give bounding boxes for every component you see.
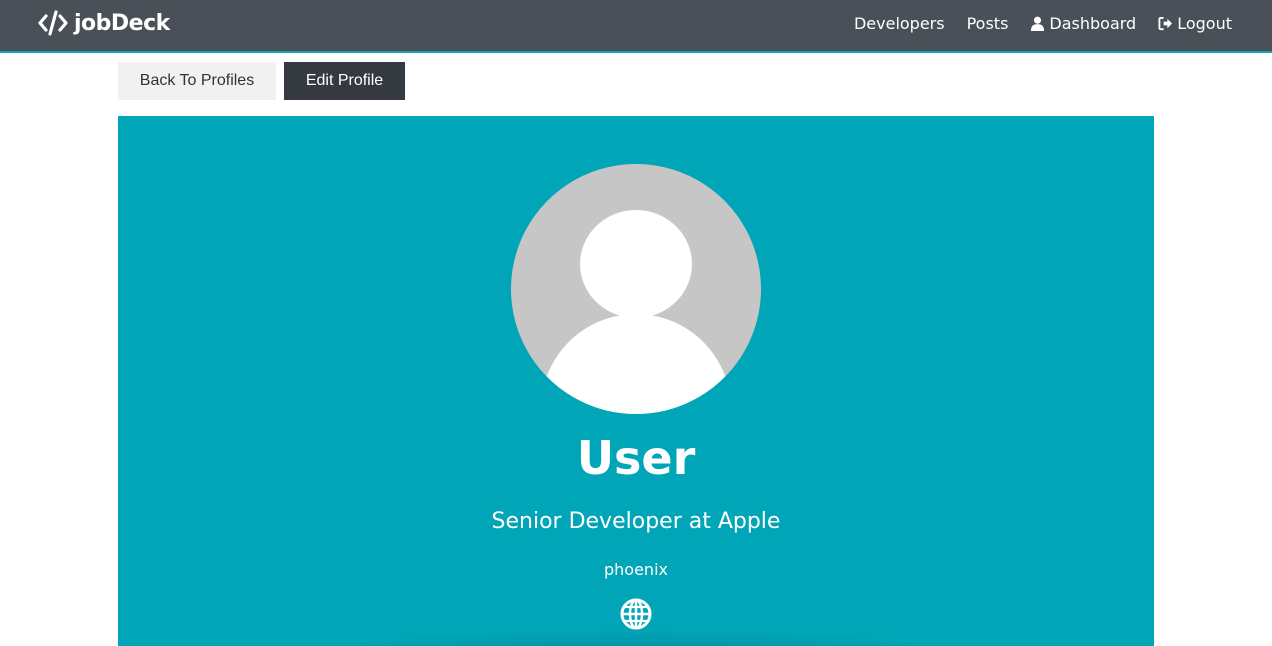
nav-logout-link[interactable]: Logout (1158, 14, 1232, 33)
avatar-body-shape (541, 314, 731, 414)
nav-links: Developers Posts Dashboard Logout (832, 0, 1232, 47)
brand-name: jobDeck (74, 10, 170, 36)
nav-dashboard-link[interactable]: Dashboard (1030, 14, 1136, 33)
nav-developers-label: Developers (853, 14, 945, 33)
avatar (511, 164, 761, 414)
back-to-profiles-button[interactable]: Back To Profiles (118, 62, 276, 100)
globe-icon[interactable] (620, 598, 652, 630)
profile-name: User (576, 431, 696, 485)
brand-link[interactable]: jobDeck (38, 10, 170, 36)
code-icon (38, 10, 68, 36)
nav-posts-link[interactable]: Posts (967, 14, 1009, 33)
card-shadow (318, 628, 954, 646)
navbar: jobDeck Developers Posts Dashboard Logou… (0, 0, 1272, 53)
nav-developers-link[interactable]: Developers (854, 14, 945, 33)
profile-header-card: User Senior Developer at Apple phoenix (118, 116, 1154, 646)
edit-profile-button[interactable]: Edit Profile (284, 62, 405, 100)
profile-location: phoenix (604, 560, 668, 579)
user-icon (1031, 16, 1045, 31)
sign-out-icon (1158, 16, 1173, 31)
nav-logout-label: Logout (1177, 14, 1232, 33)
nav-dashboard-label: Dashboard (1049, 14, 1137, 33)
nav-posts-label: Posts (966, 14, 1009, 33)
avatar-head-shape (580, 210, 692, 318)
profile-headline: Senior Developer at Apple (491, 509, 781, 534)
